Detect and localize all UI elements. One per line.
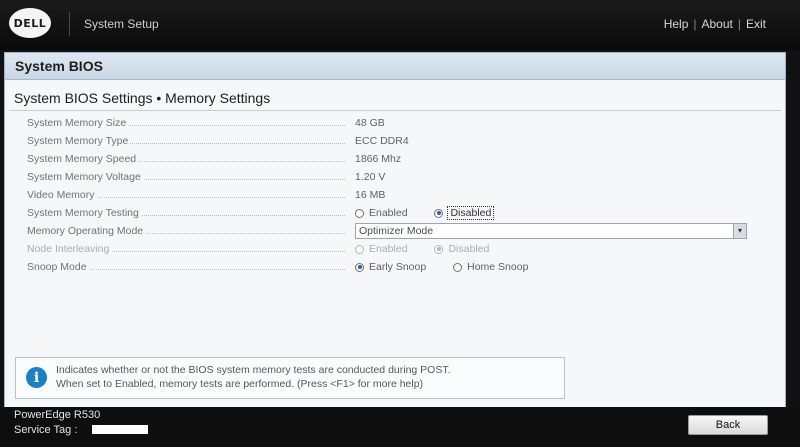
page-title: System BIOS Settings • Memory Settings: [14, 90, 271, 106]
setting-label-text: System Memory Voltage: [27, 171, 143, 183]
memory-operating-mode-select[interactable]: Optimizer Mode ▾: [355, 223, 747, 239]
setting-value: 1.20 V: [355, 171, 386, 183]
chevron-down-icon[interactable]: ▾: [733, 224, 746, 238]
radio-label: Enabled: [369, 207, 408, 219]
node-interleaving-options: Enabled Disabled: [355, 243, 513, 257]
memory-testing-enabled-radio[interactable]: Enabled: [355, 207, 408, 219]
setting-label: Memory Operating Mode: [27, 225, 347, 237]
radio-label: Disabled: [447, 206, 495, 220]
info-icon: i: [26, 367, 47, 388]
link-separator: |: [693, 17, 697, 31]
snoop-mode-early-radio[interactable]: Early Snoop: [355, 261, 426, 273]
setting-label-text: System Memory Speed: [27, 153, 139, 165]
radio-off-icon: [355, 208, 364, 218]
title-divider: [9, 110, 781, 111]
top-header: DELL System Setup Help | About | Exit: [0, 0, 800, 50]
radio-label: Enabled: [369, 243, 408, 255]
setting-row-memory-voltage: System Memory Voltage 1.20 V: [5, 169, 785, 187]
header-divider: [69, 12, 70, 36]
setting-row-snoop-mode: Snoop Mode Early Snoop Home Snoop: [5, 259, 785, 277]
setting-label: System Memory Voltage: [27, 171, 347, 183]
setting-label: Snoop Mode: [27, 261, 347, 273]
node-interleaving-enabled-radio: Enabled: [355, 243, 408, 255]
help-line-1: Indicates whether or not the BIOS system…: [56, 364, 451, 376]
footer-bar: PowerEdge R530 Service Tag : Back: [0, 407, 800, 447]
about-link[interactable]: About: [702, 17, 733, 31]
radio-off-icon: [453, 262, 463, 272]
setting-label-text: Node Interleaving: [27, 243, 112, 255]
header-links: Help | About | Exit: [664, 17, 766, 31]
setting-label: System Memory Type: [27, 135, 347, 147]
setting-value: 48 GB: [355, 117, 385, 129]
radio-on-icon: [355, 262, 364, 272]
radio-label: Disabled: [448, 243, 490, 255]
exit-link[interactable]: Exit: [746, 17, 766, 31]
section-header: System BIOS: [5, 53, 785, 80]
radio-label: Home Snoop: [467, 261, 529, 273]
app-title: System Setup: [84, 17, 159, 31]
setting-row-node-interleaving: Node Interleaving Enabled Disabled: [5, 241, 785, 259]
setting-row-memory-size: System Memory Size 48 GB: [5, 115, 785, 133]
section-title: System BIOS: [15, 58, 103, 74]
screen: DELL System Setup Help | About | Exit System…: [0, 0, 800, 447]
setting-label: System Memory Speed: [27, 153, 347, 165]
service-tag-label: Service Tag :: [14, 424, 78, 436]
radio-off-icon: [355, 244, 364, 254]
snoop-mode-options: Early Snoop Home Snoop: [355, 261, 552, 275]
node-interleaving-disabled-radio: Disabled: [434, 243, 489, 255]
link-separator: |: [737, 17, 741, 31]
back-button[interactable]: Back: [688, 415, 768, 435]
setting-label: Node Interleaving: [27, 243, 347, 255]
memory-testing-options: Enabled Disabled: [355, 206, 517, 221]
setting-row-video-memory: Video Memory 16 MB: [5, 187, 785, 205]
setting-label-text: Video Memory: [27, 189, 97, 201]
dell-logo: DELL: [9, 8, 51, 38]
radio-on-icon: [434, 244, 444, 254]
radio-on-icon: [434, 208, 444, 218]
setting-label-text: Memory Operating Mode: [27, 225, 146, 237]
setting-label-text: System Memory Testing: [27, 207, 141, 219]
radio-label: Early Snoop: [369, 261, 427, 273]
system-model: PowerEdge R530: [14, 409, 101, 421]
select-value: Optimizer Mode: [359, 225, 434, 237]
setting-label-text: System Memory Size: [27, 117, 129, 129]
setting-row-memory-speed: System Memory Speed 1866 Mhz: [5, 151, 785, 169]
setting-label-text: Snoop Mode: [27, 261, 89, 273]
main-panel: System BIOS System BIOS Settings • Memor…: [4, 52, 786, 409]
setting-row-memory-type: System Memory Type ECC DDR4: [5, 133, 785, 151]
setting-value: 1866 Mhz: [355, 153, 402, 165]
setting-label-text: System Memory Type: [27, 135, 131, 147]
setting-row-memory-testing: System Memory Testing Enabled Disabled: [5, 205, 785, 223]
memory-testing-disabled-radio[interactable]: Disabled: [434, 206, 495, 220]
help-link[interactable]: Help: [664, 17, 689, 31]
help-text: Indicates whether or not the BIOS system…: [56, 363, 451, 391]
setting-value: 16 MB: [355, 189, 386, 201]
help-line-2: When set to Enabled, memory tests are pe…: [56, 378, 424, 390]
setting-label: System Memory Size: [27, 117, 347, 129]
help-panel: i Indicates whether or not the BIOS syst…: [15, 357, 565, 399]
setting-value: ECC DDR4: [355, 135, 409, 147]
setting-label: System Memory Testing: [27, 207, 347, 219]
service-tag-redaction: [92, 425, 148, 434]
setting-label: Video Memory: [27, 189, 347, 201]
setting-row-operating-mode: Memory Operating Mode Optimizer Mode ▾: [5, 223, 785, 241]
snoop-mode-home-radio[interactable]: Home Snoop: [453, 261, 528, 273]
